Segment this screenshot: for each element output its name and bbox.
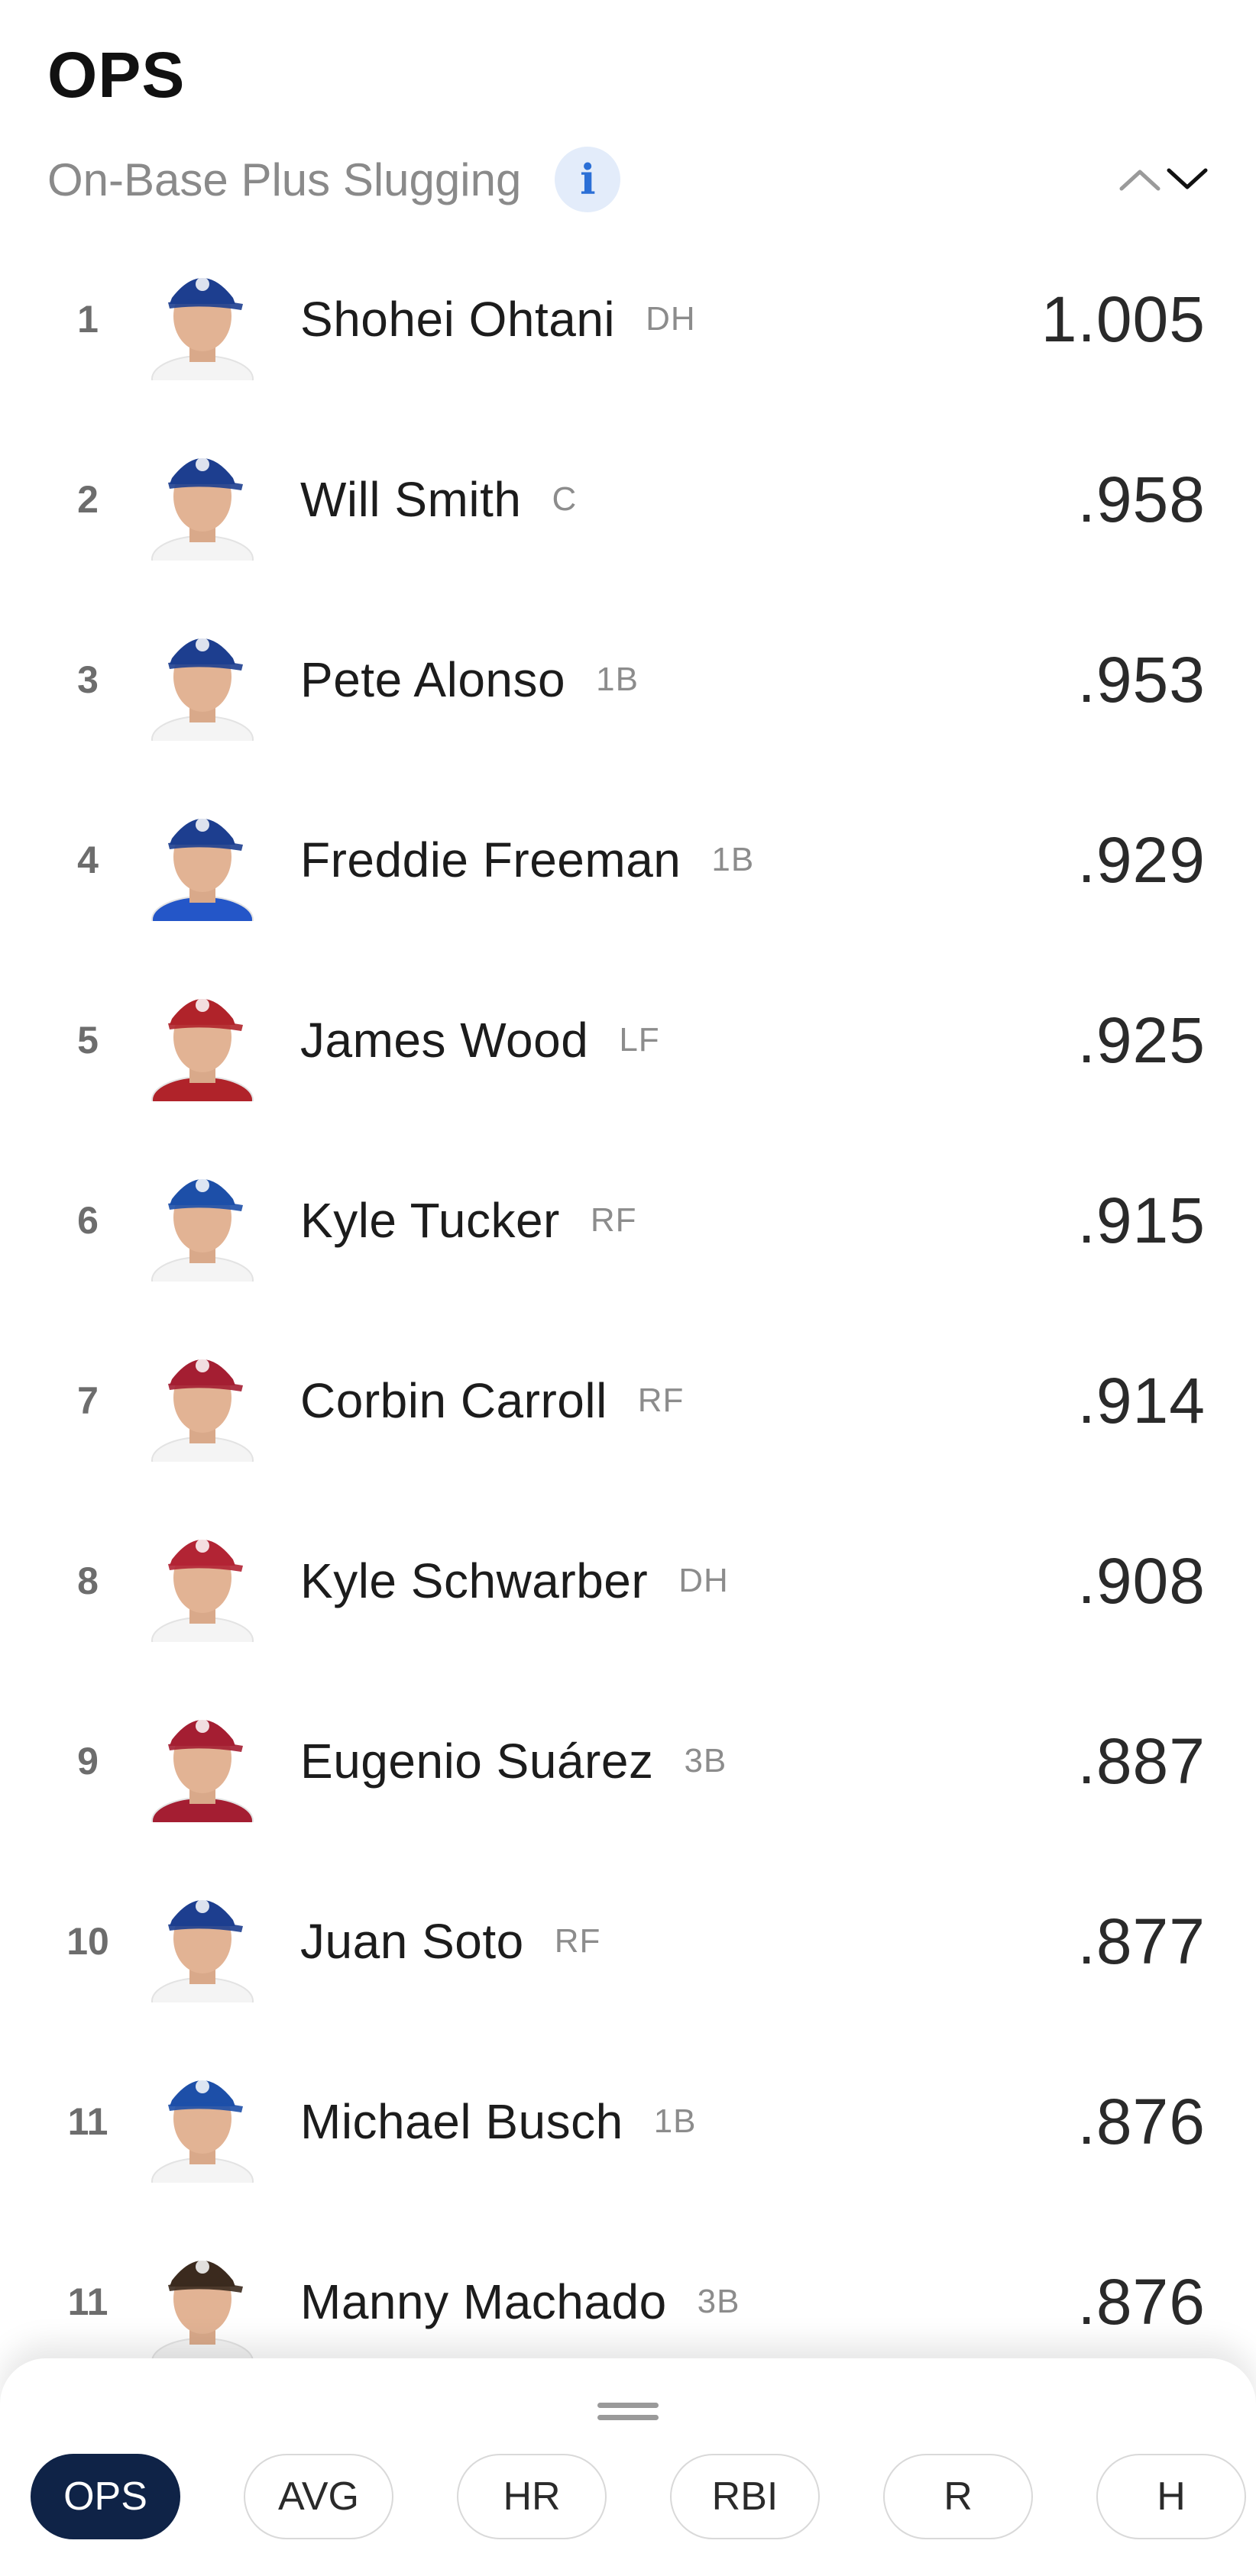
player-headshot[interactable] [145, 791, 260, 921]
player-position: 3B [697, 2283, 740, 2320]
stat-leaders-screen: OPS On-Base Plus Slugging i 1 Shohei Ohta… [0, 0, 1256, 2576]
player-rank: 11 [67, 2100, 108, 2143]
player-row[interactable]: 6 Kyle Tucker RF .915 [0, 1130, 1256, 1311]
player-name-group: Juan Soto RF [300, 1851, 600, 2031]
player-name[interactable]: Pete Alonso [300, 651, 565, 708]
player-position: 1B [711, 841, 755, 878]
stat-value: .958 [1077, 463, 1206, 535]
player-headshot[interactable] [145, 431, 260, 561]
player-position: RF [554, 1922, 601, 1960]
stat-tab-r[interactable]: R [883, 2454, 1033, 2539]
player-headshot[interactable] [145, 611, 260, 741]
player-position: RF [590, 1201, 637, 1239]
stat-value: .876 [1077, 2085, 1206, 2157]
stat-value: .929 [1077, 823, 1206, 896]
stat-tabs: OPS AVG HR RBI R H [31, 2454, 1256, 2544]
page-title: OPS [47, 39, 186, 111]
sort-toggle[interactable] [1111, 149, 1210, 210]
player-name[interactable]: Corbin Carroll [300, 1372, 607, 1429]
player-name[interactable]: Kyle Schwarber [300, 1553, 648, 1609]
player-name-group: Eugenio Suárez 3B [300, 1671, 727, 1851]
player-headshot[interactable] [145, 250, 260, 380]
subtitle-row: On-Base Plus Slugging i [47, 141, 621, 218]
player-name[interactable]: Manny Machado [300, 2274, 667, 2330]
player-rank: 10 [66, 1920, 109, 1963]
player-name[interactable]: Will Smith [300, 471, 521, 528]
player-headshot[interactable] [145, 2233, 260, 2363]
leaderboard-header: OPS On-Base Plus Slugging i [47, 31, 1210, 212]
player-rank: 1 [77, 298, 99, 341]
chevron-down-icon[interactable] [1164, 164, 1210, 195]
player-name[interactable]: Freddie Freeman [300, 832, 681, 888]
player-headshot[interactable] [145, 1332, 260, 1462]
player-rank: 8 [77, 1559, 99, 1602]
player-name[interactable]: Juan Soto [300, 1913, 524, 1970]
player-row[interactable]: 5 James Wood LF .925 [0, 950, 1256, 1130]
chevron-up-icon[interactable] [1117, 164, 1163, 195]
stat-value: .877 [1077, 1905, 1206, 1977]
player-headshot[interactable] [145, 1512, 260, 1642]
stat-value: .908 [1077, 1544, 1206, 1617]
stat-selector-sheet: OPS AVG HR RBI R H [0, 2358, 1256, 2576]
stat-tab-ops[interactable]: OPS [31, 2454, 180, 2539]
player-rank: 9 [77, 1740, 99, 1783]
stat-value: 1.005 [1041, 283, 1206, 355]
player-position: C [552, 480, 578, 518]
player-rank: 4 [77, 839, 99, 881]
player-headshot[interactable] [145, 2053, 260, 2183]
player-row[interactable]: 8 Kyle Schwarber DH .908 [0, 1491, 1256, 1671]
player-rank: 6 [77, 1199, 99, 1242]
player-row[interactable]: 7 Corbin Carroll RF .914 [0, 1311, 1256, 1491]
player-position: RF [637, 1382, 685, 1419]
player-name[interactable]: Kyle Tucker [300, 1192, 560, 1249]
player-rank: 7 [77, 1379, 99, 1422]
player-rank: 2 [77, 478, 99, 521]
stat-value: .953 [1077, 643, 1206, 716]
stat-value: .925 [1077, 1004, 1206, 1076]
player-headshot[interactable] [145, 971, 260, 1101]
player-row[interactable]: 4 Freddie Freeman 1B .929 [0, 770, 1256, 950]
player-name-group: Kyle Tucker RF [300, 1130, 637, 1311]
player-name-group: Michael Busch 1B [300, 2031, 697, 2212]
player-position: 1B [596, 661, 639, 698]
drag-handle[interactable] [597, 2401, 659, 2424]
player-position: 1B [653, 2102, 697, 2140]
player-row[interactable]: 9 Eugenio Suárez 3B .887 [0, 1671, 1256, 1851]
player-row[interactable]: 10 Juan Soto RF .877 [0, 1851, 1256, 2031]
player-position: 3B [684, 1742, 727, 1779]
player-name-group: Kyle Schwarber DH [300, 1491, 729, 1671]
stat-tab-avg[interactable]: AVG [244, 2454, 393, 2539]
player-rank: 5 [77, 1019, 99, 1062]
player-row[interactable]: 3 Pete Alonso 1B .953 [0, 590, 1256, 770]
player-name[interactable]: Shohei Ohtani [300, 291, 615, 347]
info-icon[interactable]: i [555, 147, 621, 212]
player-position: DH [678, 1562, 729, 1599]
player-name-group: Will Smith C [300, 409, 577, 590]
stat-value: .915 [1077, 1184, 1206, 1256]
stat-tab-hr[interactable]: HR [457, 2454, 607, 2539]
stat-value: .887 [1077, 1724, 1206, 1797]
stat-tab-h[interactable]: H [1096, 2454, 1246, 2539]
stat-value: .914 [1077, 1364, 1206, 1437]
player-name-group: James Wood LF [300, 950, 660, 1130]
stat-description: On-Base Plus Slugging [47, 154, 522, 205]
player-name-group: Shohei Ohtani DH [300, 229, 696, 409]
player-name-group: Pete Alonso 1B [300, 590, 639, 770]
player-name[interactable]: Eugenio Suárez [300, 1733, 653, 1789]
player-row[interactable]: 1 Shohei Ohtani DH 1.005 [0, 229, 1256, 409]
player-name[interactable]: Michael Busch [300, 2093, 623, 2150]
player-row[interactable]: 2 Will Smith C .958 [0, 409, 1256, 590]
player-name-group: Freddie Freeman 1B [300, 770, 754, 950]
player-row[interactable]: 11 Michael Busch 1B .876 [0, 2031, 1256, 2212]
stat-tab-rbi[interactable]: RBI [670, 2454, 820, 2539]
player-position: DH [646, 300, 696, 338]
player-headshot[interactable] [145, 1873, 260, 2002]
player-rank: 3 [77, 658, 99, 701]
player-position: LF [619, 1021, 660, 1059]
player-name[interactable]: James Wood [300, 1012, 588, 1068]
player-headshot[interactable] [145, 1692, 260, 1822]
player-name-group: Corbin Carroll RF [300, 1311, 684, 1491]
player-headshot[interactable] [145, 1152, 260, 1282]
